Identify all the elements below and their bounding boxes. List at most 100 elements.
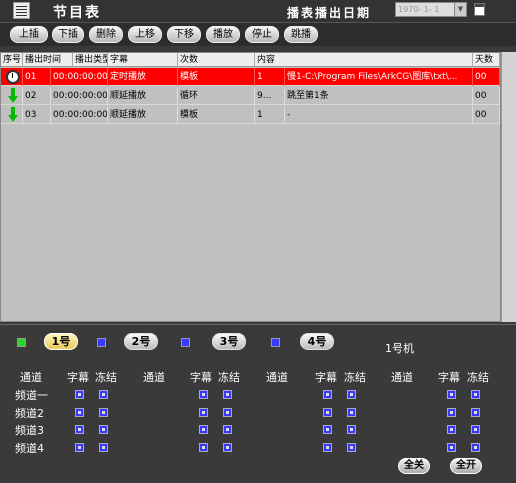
subtitle-checkbox[interactable]: [199, 443, 208, 452]
subtitle-checkbox[interactable]: [75, 408, 84, 417]
row-icon-cell: [1, 106, 23, 124]
cell-content: -: [285, 106, 473, 124]
freeze-checkbox[interactable]: [99, 443, 108, 452]
group-2-freeze-header: 冻结: [218, 371, 240, 384]
freeze-checkbox[interactable]: [471, 408, 480, 417]
program-table: 序号 播出时间 播出类型 字幕 次数 内容 天数 01 00:00:00:00 …: [0, 52, 501, 322]
freeze-checkbox[interactable]: [99, 390, 108, 399]
channel-row-label: 频道一: [15, 389, 48, 402]
machine-3-status-icon: [181, 338, 190, 347]
cell-subtitle: 模板: [178, 106, 255, 124]
insert-above-button[interactable]: 上插: [10, 26, 48, 43]
tab-machine-4[interactable]: 4号: [300, 333, 334, 350]
col-header-content[interactable]: 内容: [255, 53, 473, 67]
freeze-checkbox[interactable]: [223, 408, 232, 417]
table-row[interactable]: 02 00:00:00:00 顺延播放 循环 9... 跳至第1条 00: [1, 87, 500, 105]
cell-count: 9...: [255, 87, 285, 105]
freeze-checkbox[interactable]: [347, 408, 356, 417]
group-3-subtitle-header: 字幕: [315, 371, 337, 384]
freeze-checkbox[interactable]: [471, 390, 480, 399]
row-icon-cell: [1, 87, 23, 105]
freeze-checkbox[interactable]: [223, 390, 232, 399]
date-picker[interactable]: 1970- 1- 1 ▼: [395, 2, 467, 17]
subtitle-checkbox[interactable]: [447, 443, 456, 452]
subtitle-checkbox[interactable]: [75, 443, 84, 452]
cell-type: 顺延播放: [108, 87, 178, 105]
group-1-freeze-header: 冻结: [95, 371, 117, 384]
freeze-checkbox[interactable]: [223, 443, 232, 452]
group-4-channel-header: 通道: [391, 371, 413, 384]
cell-count: 1: [255, 68, 285, 86]
list-menu-icon[interactable]: [13, 2, 30, 19]
subtitle-checkbox[interactable]: [75, 390, 84, 399]
open-all-button[interactable]: 全开: [450, 458, 482, 474]
tab-machine-2[interactable]: 2号: [124, 333, 158, 350]
subtitle-checkbox[interactable]: [199, 390, 208, 399]
subtitle-checkbox[interactable]: [199, 408, 208, 417]
divider: [0, 324, 516, 325]
chevron-down-icon[interactable]: ▼: [454, 3, 466, 16]
subtitle-checkbox[interactable]: [447, 425, 456, 434]
table-row[interactable]: 03 00:00:00:00 顺延播放 模板 1 - 00: [1, 106, 500, 124]
clock-icon: [6, 70, 20, 84]
subtitle-checkbox[interactable]: [75, 425, 84, 434]
cell-days: 00: [473, 68, 500, 86]
col-header-days[interactable]: 天数: [473, 53, 500, 67]
subtitle-checkbox[interactable]: [447, 408, 456, 417]
close-all-button[interactable]: 全关: [398, 458, 430, 474]
play-button[interactable]: 播放: [206, 26, 240, 43]
freeze-checkbox[interactable]: [471, 443, 480, 452]
machine-1-status-icon: [17, 338, 26, 347]
col-header-count[interactable]: 次数: [178, 53, 255, 67]
delete-button[interactable]: 删除: [89, 26, 123, 43]
cell-time: 00:00:00:00: [51, 68, 108, 86]
cell-days: 00: [473, 106, 500, 124]
vertical-scrollbar[interactable]: [501, 52, 516, 322]
cell-type: 定时播放: [108, 68, 178, 86]
freeze-checkbox[interactable]: [347, 390, 356, 399]
freeze-checkbox[interactable]: [223, 425, 232, 434]
channel-row-label: 频道2: [15, 407, 44, 420]
col-header-type[interactable]: 播出类型: [73, 53, 108, 67]
group-1-subtitle-header: 字幕: [67, 371, 89, 384]
col-header-time[interactable]: 播出时间: [23, 53, 73, 67]
row-icon-cell: [1, 68, 23, 86]
move-up-button[interactable]: 上移: [128, 26, 162, 43]
group-4-subtitle-header: 字幕: [438, 371, 460, 384]
cell-count: 1: [255, 106, 285, 124]
cell-content: 跳至第1条: [285, 87, 473, 105]
tab-machine-1[interactable]: 1号: [44, 333, 78, 350]
cell-index: 02: [23, 87, 51, 105]
freeze-checkbox[interactable]: [99, 425, 108, 434]
channel-row-label: 频道3: [15, 424, 44, 437]
insert-below-button[interactable]: 下插: [52, 26, 84, 43]
cell-content: 慢1-C:\Program Files\ArkCG\图库\txt\...: [285, 68, 473, 86]
move-down-button[interactable]: 下移: [167, 26, 201, 43]
tab-machine-3[interactable]: 3号: [212, 333, 246, 350]
subtitle-checkbox[interactable]: [199, 425, 208, 434]
freeze-checkbox[interactable]: [347, 425, 356, 434]
group-2-channel-header: 通道: [143, 371, 165, 384]
cell-type: 顺延播放: [108, 106, 178, 124]
freeze-checkbox[interactable]: [347, 443, 356, 452]
col-header-subtitle[interactable]: 字幕: [108, 53, 178, 67]
group-3-channel-header: 通道: [266, 371, 288, 384]
subtitle-checkbox[interactable]: [447, 390, 456, 399]
jump-play-button[interactable]: 跳播: [284, 26, 318, 43]
document-icon[interactable]: [474, 3, 485, 16]
channel-row-label: 频道4: [15, 442, 44, 455]
subtitle-checkbox[interactable]: [323, 408, 332, 417]
group-3-freeze-header: 冻结: [344, 371, 366, 384]
freeze-checkbox[interactable]: [471, 425, 480, 434]
cell-time: 00:00:00:00: [51, 87, 108, 105]
table-header: 序号 播出时间 播出类型 字幕 次数 内容 天数: [1, 53, 500, 67]
subtitle-checkbox[interactable]: [323, 390, 332, 399]
cell-index: 01: [23, 68, 51, 86]
col-header-index[interactable]: 序号: [1, 53, 23, 67]
freeze-checkbox[interactable]: [99, 408, 108, 417]
table-row[interactable]: 01 00:00:00:00 定时播放 模板 1 慢1-C:\Program F…: [1, 68, 500, 86]
stop-button[interactable]: 停止: [245, 26, 279, 43]
group-4-freeze-header: 冻结: [467, 371, 489, 384]
subtitle-checkbox[interactable]: [323, 425, 332, 434]
subtitle-checkbox[interactable]: [323, 443, 332, 452]
